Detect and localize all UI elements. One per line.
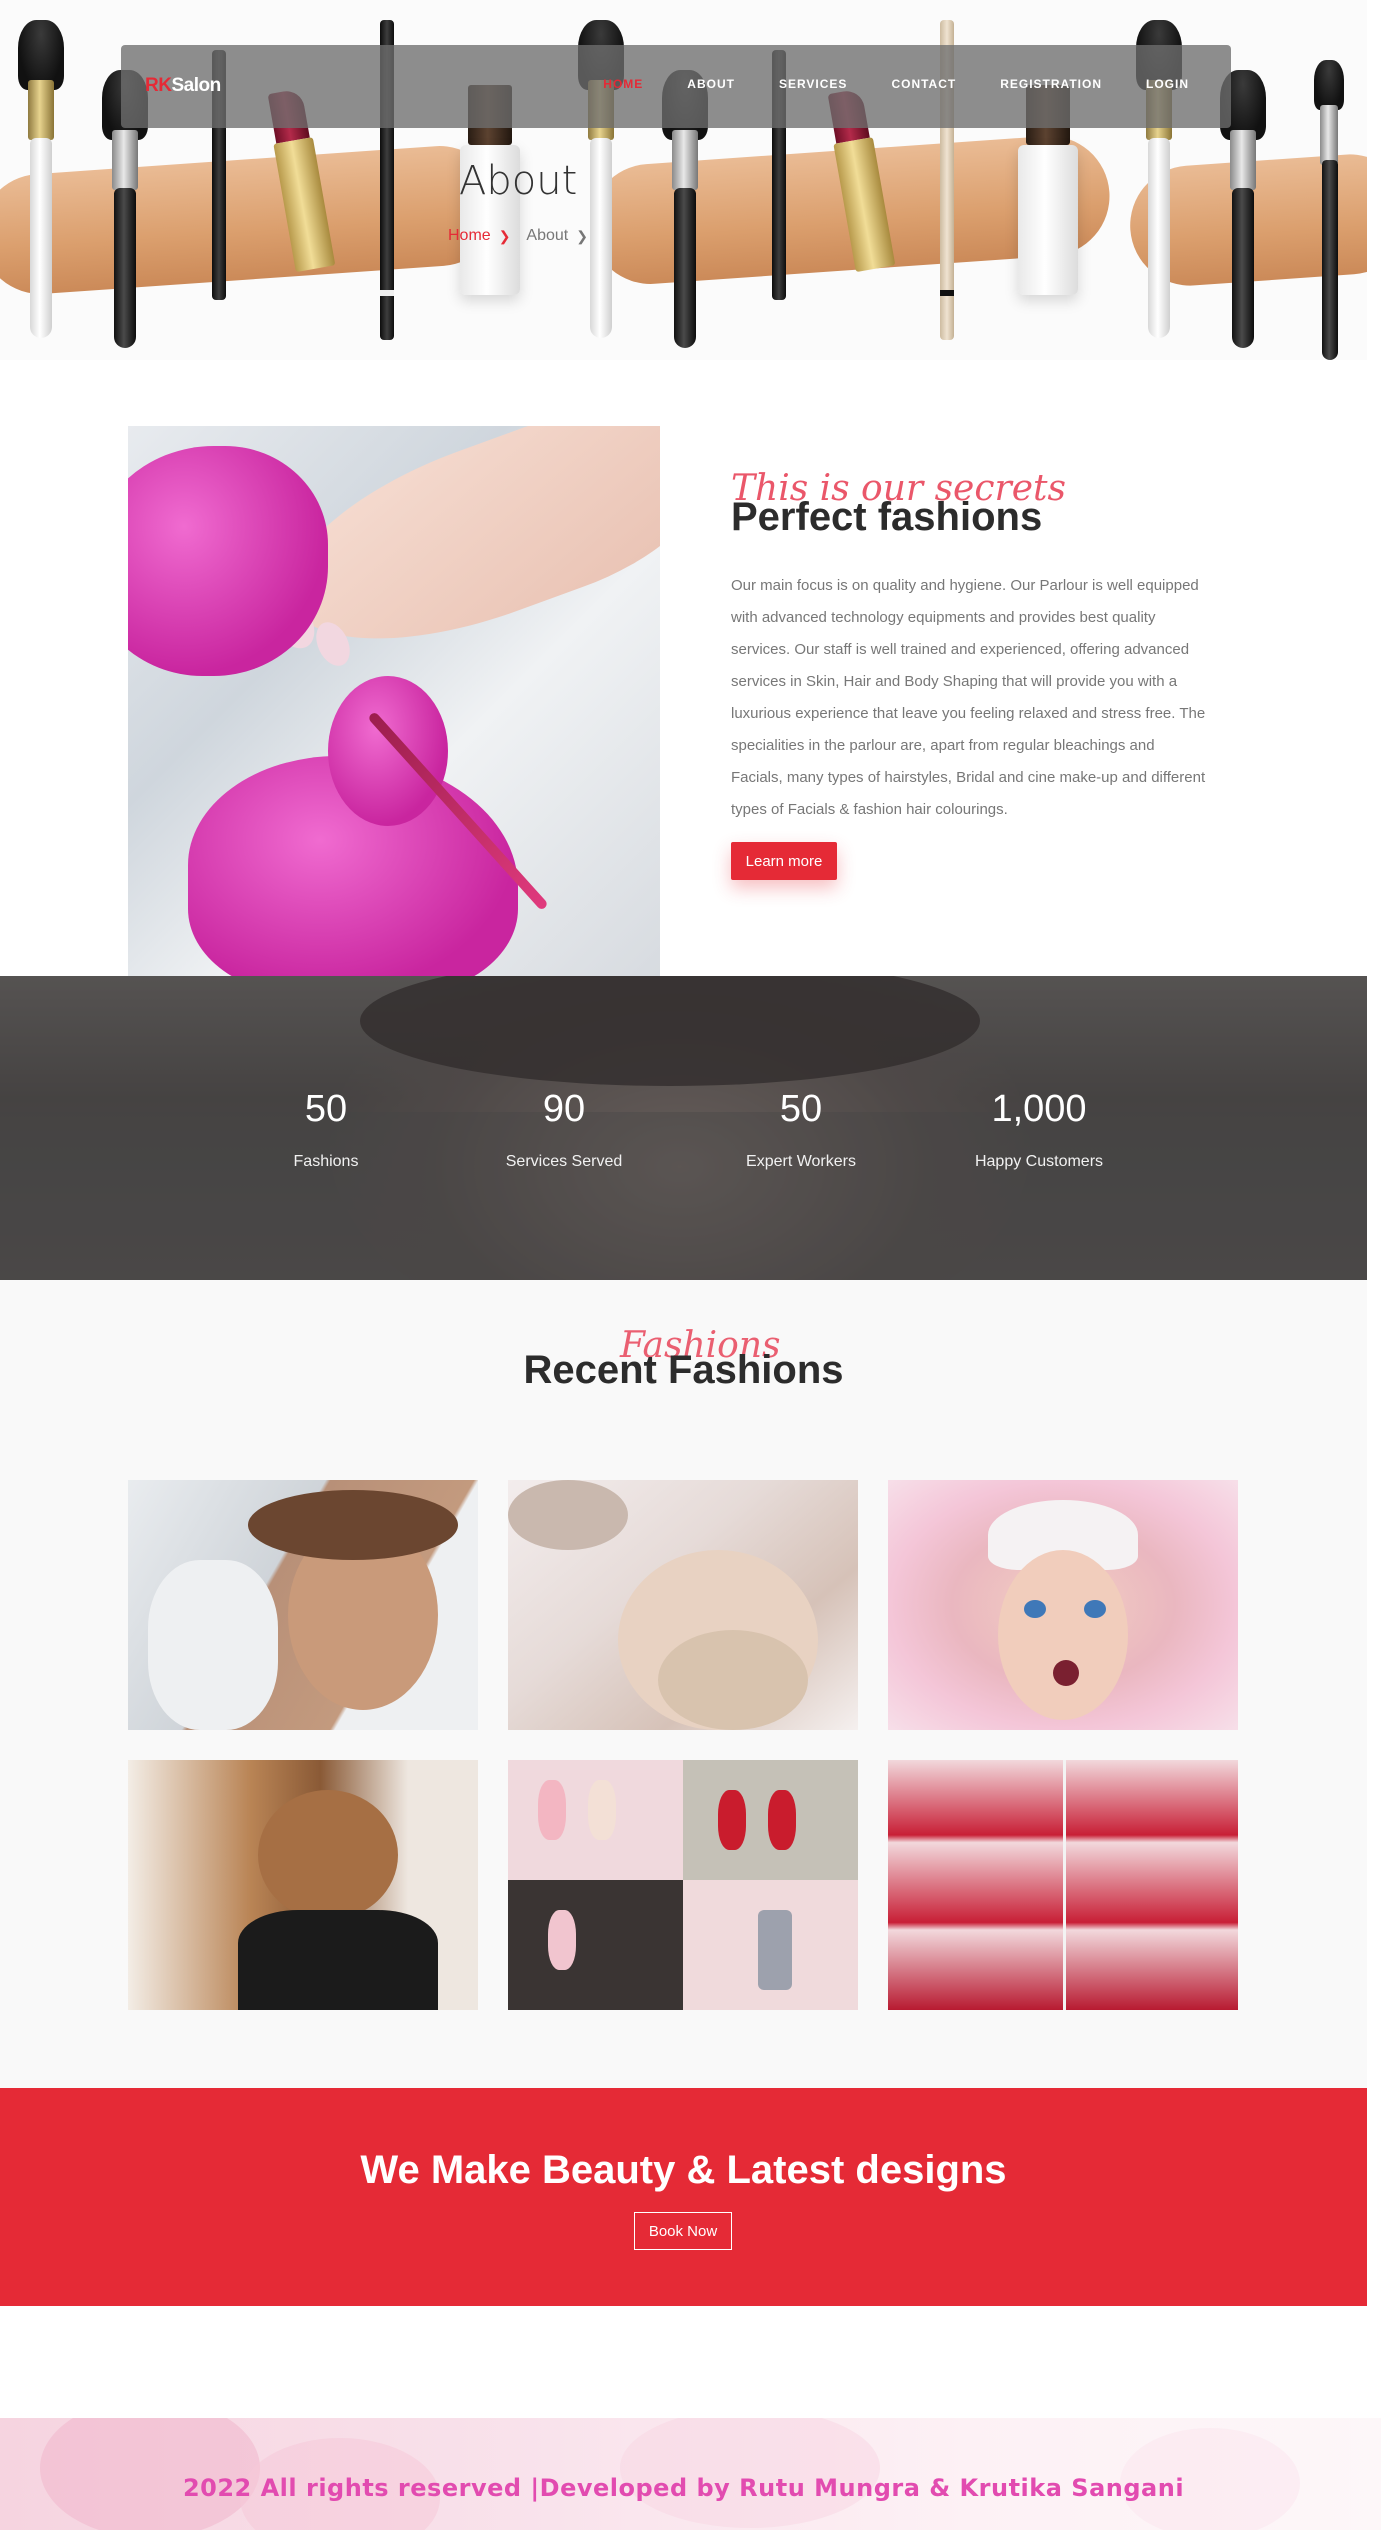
breadcrumb: Home ❯ About ❯ <box>448 227 588 245</box>
stat-label: Fashions <box>293 1153 359 1170</box>
book-now-button[interactable]: Book Now <box>634 2212 732 2250</box>
breadcrumb-current: About <box>526 227 569 244</box>
page: RKSalon HOME ABOUT SERVICES CONTACT REGI… <box>0 0 1381 2530</box>
logo-text: Salon <box>171 75 221 96</box>
stat-value: 1,000 <box>991 1088 1087 1130</box>
nav-services[interactable]: SERVICES <box>757 77 869 91</box>
nav-home[interactable]: HOME <box>581 77 665 91</box>
fashion-image-lip-makeup[interactable] <box>888 1760 1238 2010</box>
nav-menu: HOME ABOUT SERVICES CONTACT REGISTRATION… <box>581 77 1211 91</box>
nav-about[interactable]: ABOUT <box>665 77 757 91</box>
fashion-image-eyebrow[interactable] <box>128 1480 478 1730</box>
learn-more-button[interactable]: Learn more <box>731 842 837 880</box>
stat-value: 90 <box>542 1088 586 1130</box>
stat-services: 90 Services Served <box>454 1088 674 1171</box>
footer: 2022 All rights reserved |Developed by R… <box>0 2418 1381 2530</box>
stat-workers: 50 Expert Workers <box>691 1088 911 1171</box>
fashions-heading: Recent Fashions <box>523 1348 844 1392</box>
stat-customers: 1,000 Happy Customers <box>929 1088 1149 1171</box>
stat-value: 50 <box>779 1088 823 1130</box>
site-logo[interactable]: RKSalon <box>145 75 221 97</box>
page-title: About <box>459 158 578 204</box>
stat-label: Services Served <box>505 1153 623 1170</box>
fashion-image-hairstyle[interactable] <box>128 1760 478 2010</box>
stat-label: Happy Customers <box>974 1153 1104 1170</box>
foundation-swatch <box>0 142 504 298</box>
nav-contact[interactable]: CONTACT <box>869 77 978 91</box>
stat-fashions: 50 Fashions <box>216 1088 436 1171</box>
navbar: RKSalon HOME ABOUT SERVICES CONTACT REGI… <box>121 45 1231 128</box>
copyright-text: 2022 All rights reserved |Developed by R… <box>182 2474 1185 2502</box>
about-manicure-image <box>128 426 660 976</box>
stats-section: 50 Fashions 90 Services Served 50 Expert… <box>0 976 1367 1280</box>
about-description: Our main focus is on quality and hygiene… <box>731 577 1206 818</box>
booking-banner: We Make Beauty & Latest designs Book Now <box>0 2088 1367 2306</box>
stat-value: 50 <box>304 1088 348 1130</box>
hero-banner: RKSalon HOME ABOUT SERVICES CONTACT REGI… <box>0 0 1367 360</box>
chevron-right-icon: ❯ <box>576 227 588 244</box>
logo-accent: RK <box>145 75 172 96</box>
nav-registration[interactable]: REGISTRATION <box>978 77 1124 91</box>
fashion-image-facial-mask[interactable] <box>508 1480 858 1730</box>
nav-login[interactable]: LOGIN <box>1124 77 1211 91</box>
fashion-image-nail-art[interactable] <box>508 1760 858 2010</box>
about-heading: Perfect fashions <box>731 495 1043 539</box>
fashion-image-face-treatment[interactable] <box>888 1480 1238 1730</box>
breadcrumb-home-link[interactable]: Home <box>448 227 491 245</box>
chevron-right-icon: ❯ <box>498 227 511 244</box>
booking-title: We Make Beauty & Latest designs <box>360 2148 1007 2192</box>
stat-label: Expert Workers <box>746 1153 856 1170</box>
